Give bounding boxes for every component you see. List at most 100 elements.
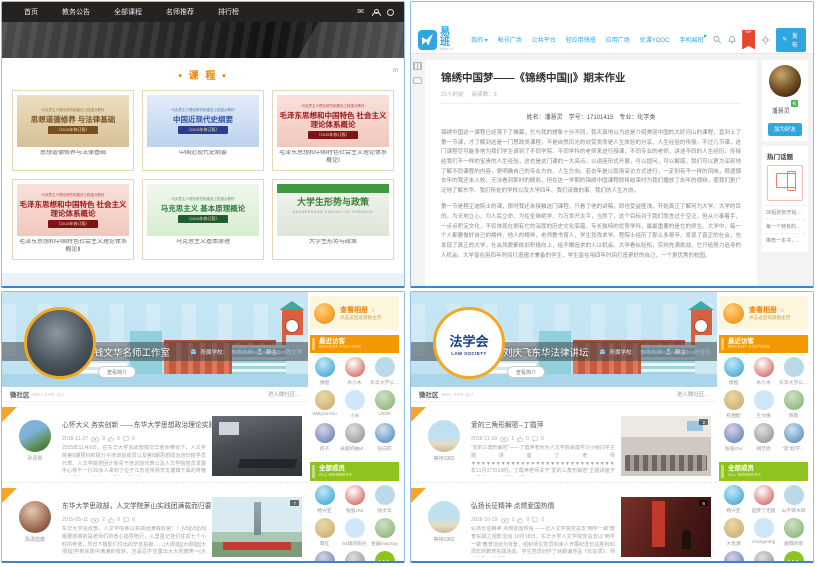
nav-item[interactable]: 公共平台	[532, 35, 556, 44]
visitor-item[interactable]: WittyAsYou	[310, 390, 339, 419]
enter-community-link[interactable]: 进入微社区...	[677, 390, 709, 398]
member-item[interactable]: 钱文华	[370, 485, 399, 514]
member-item[interactable]: 山不转水转	[779, 485, 808, 514]
nav-item[interactable]: 首页	[12, 2, 50, 22]
search-icon[interactable]	[713, 35, 721, 44]
nav-item[interactable]: 轻应用快搭	[566, 35, 596, 44]
more-link[interactable]: m	[393, 68, 398, 74]
member-item[interactable]: 张强zhu	[340, 485, 369, 514]
view-intro-button[interactable]: 查看简介	[507, 366, 545, 378]
member-item[interactable]: 大优源	[719, 518, 748, 547]
post-thumbnail[interactable]: 6	[621, 497, 711, 557]
comment-icon[interactable]	[532, 517, 538, 523]
course-card[interactable]: ·马克思主义理论研究和建设工程重点教材· 中国近现代史纲要 （2015年修订版）…	[142, 90, 264, 171]
visitor-item[interactable]: 木小木	[340, 357, 369, 386]
nav-item[interactable]: 教务公告	[50, 2, 102, 22]
comment-icon[interactable]	[123, 517, 129, 523]
member-item[interactable]: 杨兴亚	[719, 485, 748, 514]
publish-button[interactable]: ✎ 发布	[776, 28, 806, 52]
nav-item[interactable]: 帐号广场	[498, 35, 522, 44]
nav-item[interactable]: 名师推荐	[154, 2, 206, 22]
yiban-logo[interactable]: 易班 yiban.cn	[418, 28, 459, 52]
like-icon[interactable]	[517, 436, 523, 442]
comment-icon[interactable]	[123, 436, 129, 442]
member-item[interactable]: 64级的阳光	[340, 518, 369, 547]
post-author-avatar[interactable]	[428, 420, 460, 452]
member-item[interactable]: 姥姥鸡	[310, 551, 339, 561]
nav-item[interactable]: 手机易班	[679, 35, 707, 44]
member-item[interactable]: chongming	[749, 518, 778, 547]
post-author-avatar[interactable]	[428, 501, 460, 533]
visitor-item[interactable]: 任向前	[370, 423, 399, 452]
member-item[interactable]: 更 多	[779, 551, 808, 561]
like-icon[interactable]	[108, 517, 114, 523]
like-icon[interactable]	[108, 436, 114, 442]
course-card[interactable]: ·马克思主义理论研究和建设工程重点教材· 马克思主义 基本原理概论 （2015年…	[142, 179, 264, 260]
visitor-item[interactable]: 卓越机械M1…	[340, 423, 369, 452]
nav-item[interactable]: 我的 ▾	[471, 35, 488, 44]
visitor-item[interactable]: 木小木	[749, 357, 778, 386]
visitor-item[interactable]: 胡艺娃	[749, 423, 778, 452]
school-link[interactable]: 东华大学	[640, 348, 662, 356]
visitor-item[interactable]: 保橙	[719, 357, 748, 386]
apps-grid-icon[interactable]	[413, 62, 422, 70]
gear-icon[interactable]	[761, 35, 770, 45]
member-item[interactable]: 金器maySay	[370, 518, 399, 547]
chat-icon[interactable]	[413, 77, 422, 84]
visitor-item[interactable]: 保橙	[310, 357, 339, 386]
course-card[interactable]: ·马克思主义理论研究和建设工程重点教材· 毛泽东思想和中国特色 社会主义理论体系…	[272, 90, 394, 171]
like-icon[interactable]	[517, 517, 523, 523]
member-item[interactable]: 蔷薇听雨	[779, 518, 808, 547]
owner-link[interactable]: 叶圣珍	[694, 348, 711, 356]
view-album-card[interactable]: 查看相册 ☺ 点击返回班级群主页	[310, 296, 399, 330]
post-title[interactable]: 爱的三角形解密--丁霞萍	[471, 422, 544, 429]
messages-icon[interactable]: 99+	[742, 30, 755, 50]
visitor-item[interactable]: 房子	[310, 423, 339, 452]
group-avatar[interactable]	[24, 307, 96, 379]
user-icon[interactable]	[372, 9, 379, 16]
member-item[interactable]: 更 多	[370, 551, 399, 561]
bell-icon[interactable]	[728, 35, 736, 44]
visitor-item[interactable]: 东华大学公…	[779, 357, 808, 386]
member-item[interactable]: 杨兴亚	[310, 485, 339, 514]
post-thumbnail[interactable]	[212, 416, 302, 476]
hot-topic-item[interactable]: 90后的你开始预先养生…	[765, 205, 805, 219]
nav-item[interactable]: 优课YOOC	[640, 35, 670, 44]
member-item[interactable]: 追梦了无痕	[749, 485, 778, 514]
member-item[interactable]: 未认证	[719, 551, 748, 561]
hot-topic-item[interactable]: 推荐一本书，一下子就…	[765, 233, 805, 247]
visitor-item[interactable]: 小米	[340, 390, 369, 419]
add-friend-button[interactable]: 加为好友	[768, 123, 802, 136]
post-thumbnail[interactable]: 2	[621, 416, 711, 476]
post-author-avatar[interactable]	[19, 420, 51, 452]
course-card[interactable]: ·马克思主义理论研究和建设工程重点教材· 毛泽东思想和中国特色 社会主义理论体系…	[12, 179, 134, 260]
post-author-avatar[interactable]	[19, 501, 51, 533]
author-avatar[interactable]	[769, 65, 801, 97]
visitor-item[interactable]: 校相配	[719, 390, 748, 419]
visitor-item[interactable]: 王文缘	[749, 390, 778, 419]
member-item[interactable]: 覃红	[310, 518, 339, 547]
hot-topic-item[interactable]: 每一个特有的姓是什么…	[765, 219, 805, 233]
visitor-item[interactable]: 晓雨	[779, 390, 808, 419]
nav-item[interactable]: 全部课程	[102, 2, 154, 22]
school-link[interactable]: 东华大学	[231, 348, 253, 356]
visitor-item[interactable]: “席”起学…	[779, 423, 808, 452]
nav-item[interactable]: 应用广场	[606, 35, 630, 44]
view-intro-button[interactable]: 查看简介	[98, 366, 136, 378]
visitor-item[interactable]: 张强zhu	[719, 423, 748, 452]
course-card[interactable]: ·马克思主义理论研究和建设工程重点教材· 思想道德修养 与法律基础 （2015年…	[12, 90, 134, 171]
group-avatar[interactable]: 法学会 LAW SOCIETY	[433, 307, 505, 379]
post-thumbnail[interactable]: 7	[212, 497, 302, 557]
member-item[interactable]: 鱼顶蛋	[340, 551, 369, 561]
search-icon[interactable]	[387, 9, 394, 16]
enter-community-link[interactable]: 进入微社区...	[268, 390, 300, 398]
mail-icon[interactable]: ✉	[357, 8, 364, 16]
visitor-item[interactable]: 东华大学公…	[370, 357, 399, 386]
post-title[interactable]: 弘扬长征精神 点燃爱国热情	[471, 503, 554, 510]
comment-icon[interactable]	[532, 436, 538, 442]
course-card[interactable]: 大学生形势与政策 DAXUESHENG XINGSHI YU ZHENGCE 大…	[272, 179, 394, 260]
member-item[interactable]: 杨清岳	[749, 551, 778, 561]
nav-item[interactable]: 排行榜	[206, 2, 251, 22]
owner-link[interactable]: 钱文华	[285, 348, 302, 356]
view-album-card[interactable]: 查看相册 ☺ 点击返回班级群主页	[719, 296, 808, 330]
